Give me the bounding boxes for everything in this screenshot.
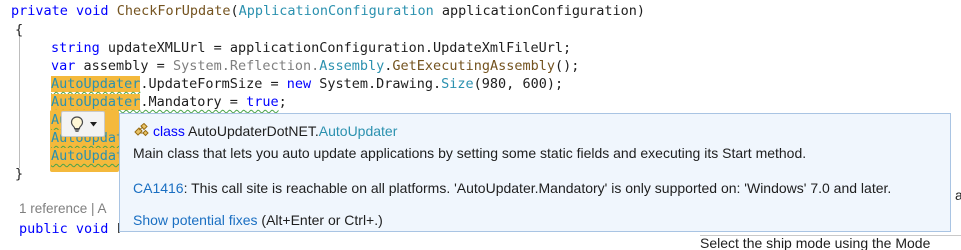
lightbulb-icon <box>70 116 84 132</box>
quick-info-tooltip: class AutoUpdaterDotNET.AutoUpdater Main… <box>119 113 951 232</box>
background-panel-text: Select the ship mode using the Mode <box>700 235 961 250</box>
tooltip-description: Main class that lets you auto update app… <box>133 145 807 161</box>
code-line-close-brace[interactable]: } <box>15 163 23 185</box>
scope-guide-line <box>19 33 20 168</box>
code-line-next-signature[interactable]: public void F <box>19 218 125 240</box>
param-type[interactable]: ApplicationConfiguration <box>239 3 434 19</box>
tooltip-header: class AutoUpdaterDotNET.AutoUpdater <box>133 122 397 142</box>
show-fixes-link[interactable]: Show potential fixes <box>133 212 258 228</box>
chevron-down-icon[interactable] <box>89 121 97 127</box>
code-line-signature[interactable]: private void CheckForUpdate(ApplicationC… <box>11 0 645 22</box>
method-name[interactable]: CheckForUpdate <box>117 3 231 19</box>
codelens-references[interactable]: 1 reference | A <box>19 201 107 216</box>
diagnostic-code-link[interactable]: CA1416 <box>133 180 184 196</box>
background-panel-fragment: ay <box>955 187 961 203</box>
highlighted-symbol[interactable]: AutoUpdater <box>51 76 141 92</box>
code-line-open-brace[interactable]: { <box>15 19 23 41</box>
quick-actions-button[interactable] <box>61 111 105 137</box>
tooltip-fixes: Show potential fixes (Alt+Enter or Ctrl+… <box>133 212 383 228</box>
code-line-7[interactable]: AutoUpdat <box>51 145 125 167</box>
highlighted-symbol[interactable]: AutoUpdater <box>51 94 141 110</box>
tooltip-diagnostic: CA1416: This call site is reachable on a… <box>133 180 892 196</box>
class-icon <box>133 122 149 142</box>
